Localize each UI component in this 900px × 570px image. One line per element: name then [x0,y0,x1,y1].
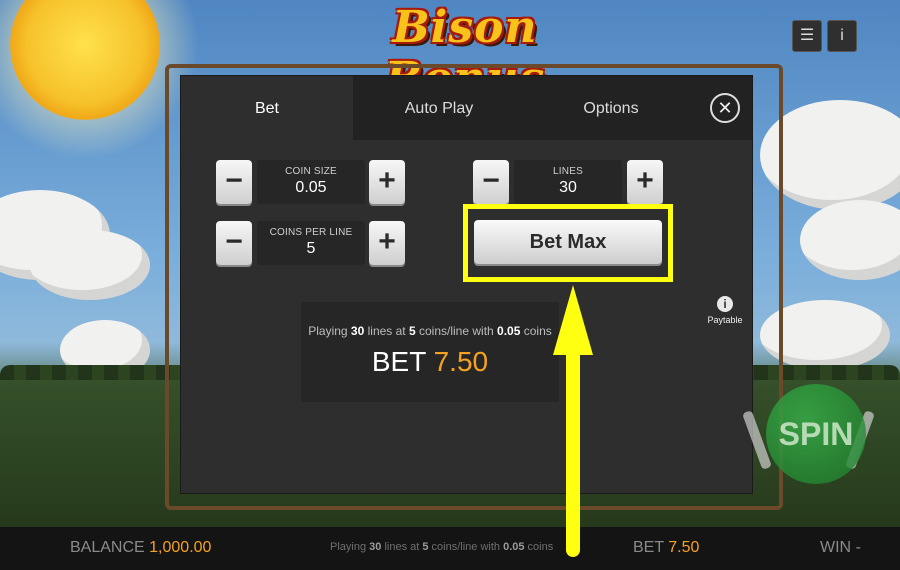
lines-value: 30 [559,179,577,196]
status-bet: BET 7.50 [633,539,700,556]
bet-total: BET 7.50 [371,346,489,377]
bet-total-amount: 7.50 [433,346,489,377]
bet-summary: Playing 30 lines at 5 coins/line with 0.… [301,302,559,402]
close-button[interactable]: ✕ [710,93,740,123]
lines-decrease-button[interactable]: − [473,160,509,204]
tab-options[interactable]: Options [525,76,697,140]
coin-size-value: 0.05 [295,179,327,196]
coins-per-line-value: 5 [306,240,316,257]
tab-bet[interactable]: Bet [181,76,353,140]
tab-bar: Bet Auto Play Options ✕ [181,76,752,140]
coins-per-line-decrease-button[interactable]: − [216,221,252,265]
annotation-arrow-shaft [566,342,580,557]
lines-label: LINES [553,166,583,177]
paytable-label: Paytable [707,315,743,325]
bet-settings-panel: Bet Auto Play Options ✕ − COIN SIZE 0.05… [181,76,752,493]
status-bar: BALANCE 1,000.00 Playing 30 lines at 5 c… [0,527,900,570]
bet-max-button[interactable]: Bet Max [474,220,662,264]
info-icon: i [717,296,733,312]
close-icon: ✕ [717,98,733,118]
lines-increase-button[interactable]: + [627,160,663,204]
bet-summary-text: Playing 30 lines at 5 coins/line with 0.… [308,324,552,338]
coin-size-increase-button[interactable]: + [369,160,405,204]
coin-size-label: COIN SIZE [285,166,337,177]
status-win: WIN - [820,539,861,556]
cloud [30,230,150,300]
coins-per-line-field: COINS PER LINE 5 [257,221,365,265]
status-playing-text: Playing 30 lines at 5 coins/line with 0.… [330,541,554,553]
info-icon: i [840,27,844,44]
paytable-button[interactable]: i Paytable [706,296,744,325]
lines-field: LINES 30 [514,160,622,204]
info-button[interactable]: i [827,20,857,52]
tab-auto-play[interactable]: Auto Play [353,76,525,140]
cloud [800,200,900,280]
menu-button[interactable]: ☰ [792,20,822,52]
game-logo: Bison Bonus [385,2,544,104]
coins-per-line-label: COINS PER LINE [269,227,353,238]
coins-per-line-increase-button[interactable]: + [369,221,405,265]
menu-icon: ☰ [799,27,815,44]
coin-size-field: COIN SIZE 0.05 [257,160,365,204]
balance: BALANCE 1,000.00 [70,539,212,556]
spin-button[interactable]: SPIN [766,384,866,484]
coin-size-decrease-button[interactable]: − [216,160,252,204]
